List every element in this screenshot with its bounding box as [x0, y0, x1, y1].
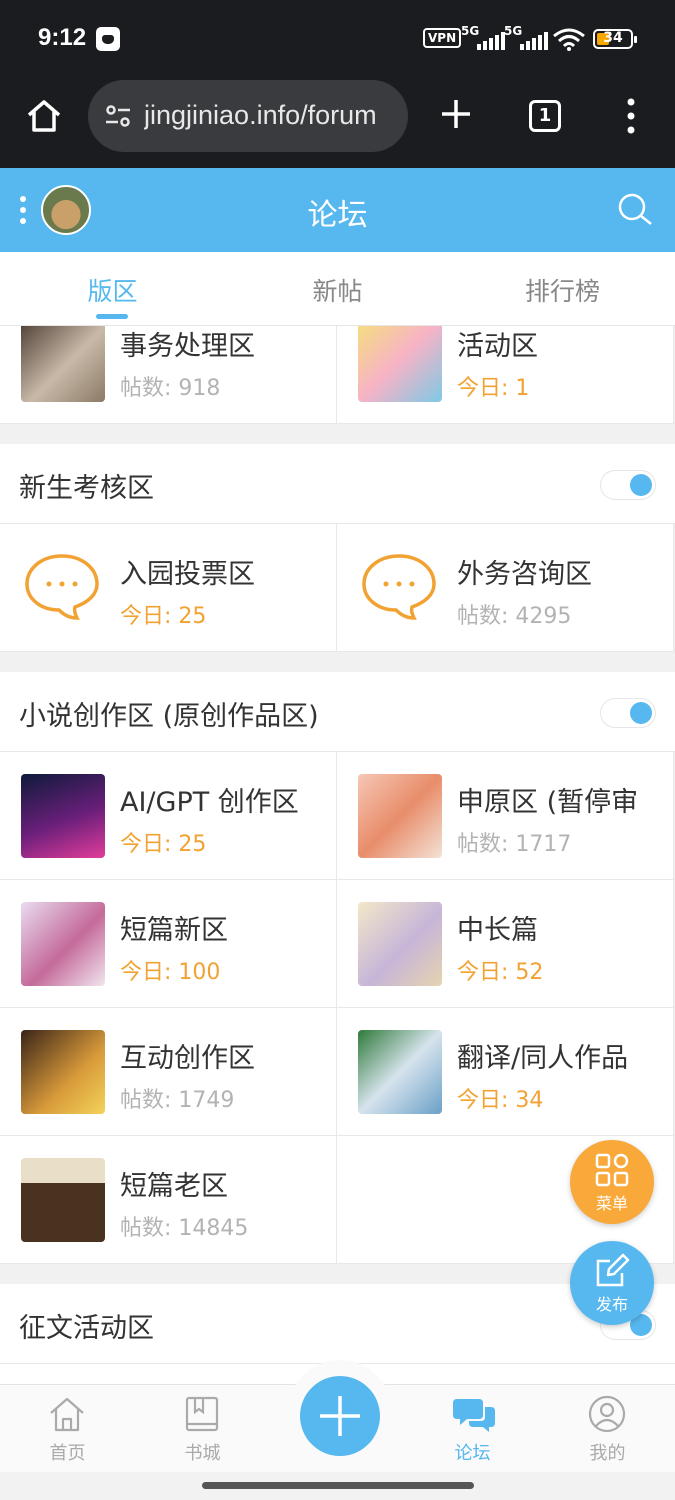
- forum-stat: 今日: 25: [120, 832, 207, 857]
- page-title: 论坛: [307, 198, 368, 233]
- menu-fab-button[interactable]: 菜单: [570, 1140, 654, 1224]
- nav-bookstore[interactable]: 书城: [135, 1385, 270, 1473]
- section-title: 征文活动区: [19, 1313, 154, 1344]
- battery-level: 34: [603, 30, 623, 46]
- forum-thumbnail: [358, 774, 442, 858]
- chat-bubbles-icon: [453, 1399, 495, 1432]
- vpn-badge: VPN: [423, 28, 462, 48]
- gesture-bar: [0, 1472, 675, 1500]
- address-bar[interactable]: jingjiniao.info/forum: [88, 80, 408, 152]
- forum-cell-events[interactable]: 活动区 今日: 1: [337, 326, 674, 424]
- status-time: 9:12: [38, 24, 87, 51]
- forum-stat: 今日: 34: [457, 1088, 544, 1113]
- forum-name: AI/GPT 创作区: [120, 787, 299, 818]
- site-settings-icon[interactable]: [104, 104, 132, 128]
- forum-name: 活动区: [457, 331, 538, 362]
- url-text[interactable]: jingjiniao.info/forum: [144, 100, 396, 131]
- forum-name: 互动创作区: [120, 1043, 255, 1074]
- forum-cell-short-old[interactable]: 短篇老区 帖数: 14845: [0, 1136, 337, 1264]
- tab-indicator: [96, 314, 128, 319]
- forum-thumbnail: [21, 774, 105, 858]
- forum-stat: 今日: 1: [457, 376, 530, 401]
- browser-home-icon[interactable]: [24, 96, 64, 136]
- forum-stat: 帖数: 14845: [120, 1216, 249, 1241]
- menu-fab-label: 菜单: [595, 1194, 628, 1213]
- section-header[interactable]: 新生考核区: [0, 444, 675, 524]
- new-tab-icon[interactable]: [438, 96, 474, 132]
- tab-ranking[interactable]: 排行榜: [450, 272, 675, 308]
- forum-thumbnail: [358, 1030, 442, 1114]
- forum-cell-application[interactable]: 申原区 (暂停审 帖数: 1717: [337, 752, 674, 880]
- forum-cell-affairs[interactable]: 事务处理区 帖数: 918: [0, 326, 337, 424]
- forum-cell-external-consult[interactable]: 外务咨询区 帖数: 4295: [337, 524, 674, 652]
- forum-cell-translation[interactable]: 翻译/同人作品 今日: 34: [337, 1008, 674, 1136]
- forum-name: 翻译/同人作品: [457, 1043, 629, 1074]
- forum-cell-interactive[interactable]: 互动创作区 帖数: 1749: [0, 1008, 337, 1136]
- forum-name: 中长篇: [457, 915, 538, 946]
- wifi-icon: [553, 28, 585, 51]
- forum-name: 短篇老区: [120, 1171, 228, 1202]
- forum-stat: 帖数: 1749: [120, 1088, 235, 1113]
- forum-stat: 帖数: 918: [120, 376, 221, 401]
- app-notification-icon: [96, 27, 120, 51]
- nav-label: 书城: [184, 1443, 221, 1464]
- forum-thumbnail: [21, 1158, 105, 1242]
- forum-cell-mid-long[interactable]: 中长篇 今日: 52: [337, 880, 674, 1008]
- forum-thumbnail: [21, 326, 105, 402]
- app-header: 论坛: [0, 168, 675, 252]
- section-title: 新生考核区: [19, 473, 154, 504]
- section-collapse-toggle[interactable]: [600, 698, 656, 728]
- nav-label: 论坛: [454, 1443, 491, 1464]
- tab-switcher-button[interactable]: 1: [529, 100, 561, 132]
- home-icon: [50, 1397, 84, 1432]
- chat-bubble-icon: [25, 554, 99, 620]
- forum-cell-short-new[interactable]: 短篇新区 今日: 100: [0, 880, 337, 1008]
- tab-sections[interactable]: 版区: [0, 272, 225, 308]
- edit-icon: [596, 1253, 630, 1287]
- forum-name: 外务咨询区: [457, 559, 592, 590]
- status-bar: 9:12 VPN 5G 5G 34: [0, 0, 675, 80]
- search-icon[interactable]: [617, 192, 653, 228]
- forum-cell-entry-vote[interactable]: 入园投票区 今日: 25: [0, 524, 337, 652]
- nav-label: 首页: [49, 1443, 86, 1464]
- home-indicator[interactable]: [202, 1482, 474, 1489]
- forum-cell-ai-gpt[interactable]: AI/GPT 创作区 今日: 25: [0, 752, 337, 880]
- center-add-button[interactable]: [288, 1360, 392, 1464]
- forum-thumbnail: [358, 902, 442, 986]
- section-title: 小说创作区 (原创作品区): [19, 701, 319, 732]
- signal-icon: 5G: [461, 24, 509, 50]
- forum-stat: 今日: 25: [120, 604, 207, 629]
- forum-tabs: 版区 新帖 排行榜: [0, 252, 675, 326]
- forum-stat: 今日: 52: [457, 960, 544, 985]
- forum-list: 事务处理区 帖数: 918 活动区 今日: 1 新生考核区 入园投票区 今日: …: [0, 326, 675, 1384]
- browser-toolbar: jingjiniao.info/forum 1: [0, 80, 675, 168]
- forum-name: 短篇新区: [120, 915, 228, 946]
- forum-stat: 今日: 100: [120, 960, 221, 985]
- nav-profile[interactable]: 我的: [540, 1385, 675, 1473]
- forum-thumbnail: [21, 1030, 105, 1114]
- book-icon: [185, 1396, 219, 1432]
- post-fab-label: 发布: [595, 1295, 628, 1314]
- chat-bubble-icon: [362, 554, 436, 620]
- forum-thumbnail: [21, 902, 105, 986]
- nav-forum[interactable]: 论坛: [405, 1385, 540, 1473]
- forum-stat: 帖数: 4295: [457, 604, 572, 629]
- battery-icon: 34: [593, 29, 637, 49]
- plus-icon: [320, 1396, 360, 1436]
- post-fab-button[interactable]: 发布: [570, 1241, 654, 1325]
- forum-stat: 帖数: 1717: [457, 832, 572, 857]
- grid-menu-icon: [595, 1153, 629, 1187]
- forum-name: 申原区 (暂停审: [457, 787, 639, 818]
- forum-name: 入园投票区: [120, 559, 255, 590]
- forum-name: 事务处理区: [120, 331, 255, 362]
- user-icon: [588, 1395, 626, 1433]
- nav-label: 我的: [589, 1443, 626, 1464]
- forum-thumbnail: [358, 326, 442, 402]
- more-options-icon[interactable]: [624, 96, 638, 136]
- nav-home[interactable]: 首页: [0, 1385, 135, 1473]
- section-header[interactable]: 小说创作区 (原创作品区): [0, 672, 675, 752]
- section-collapse-toggle[interactable]: [600, 470, 656, 500]
- signal-icon-2: 5G: [504, 24, 552, 50]
- tab-new-posts[interactable]: 新帖: [225, 272, 450, 308]
